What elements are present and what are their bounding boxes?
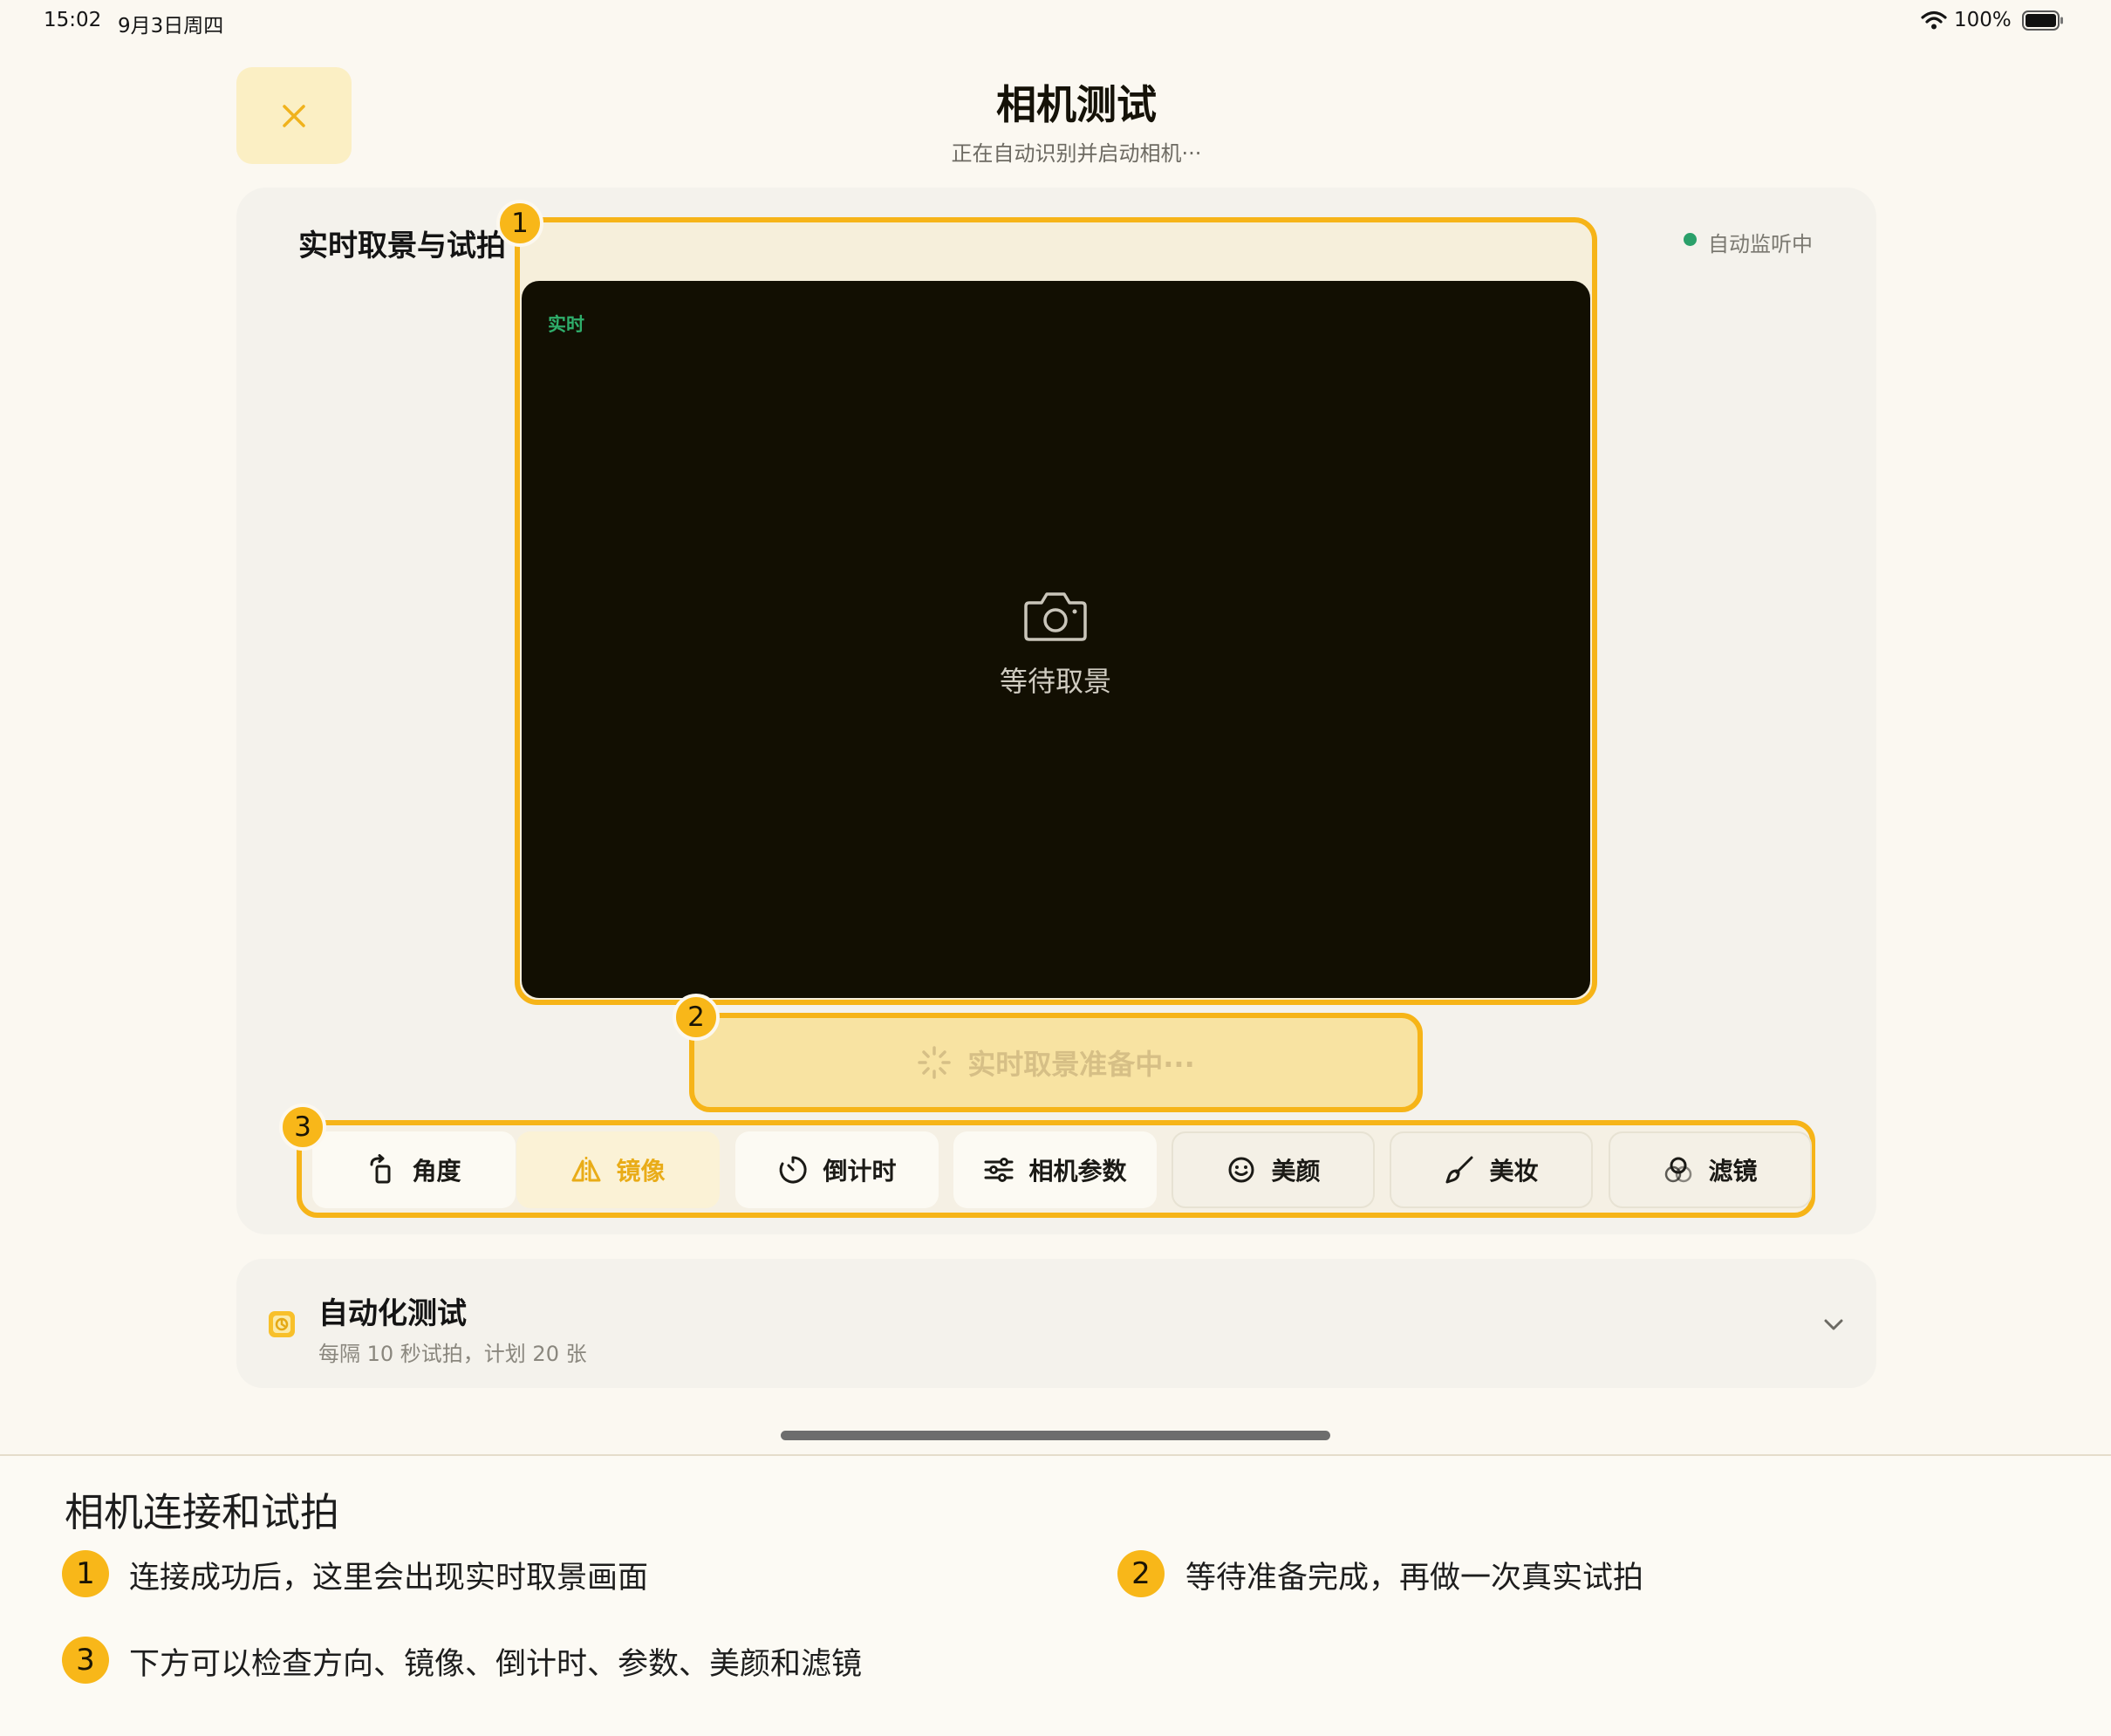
tool-makeup-button[interactable]: 美妆: [1390, 1131, 1593, 1208]
tool-mirror-button[interactable]: 镜像: [516, 1131, 720, 1208]
rotate-icon: [370, 1154, 391, 1184]
page-subtitle: 正在自动识别并启动相机···: [951, 141, 1202, 166]
waiting-text: 等待取景: [999, 665, 1111, 698]
step-badge-2: 2: [673, 994, 720, 1041]
mirror-icon: [571, 1157, 601, 1183]
automation-subtitle: 每隔 10 秒试拍，计划 20 张: [318, 1342, 587, 1366]
tool-angle-button[interactable]: 角度: [312, 1131, 516, 1208]
sliders-icon: [984, 1158, 1014, 1182]
tool-filter-button[interactable]: 滤镜: [1609, 1131, 1812, 1208]
prepare-button-label: 实时取景准备中···: [967, 1048, 1195, 1081]
tool-label: 相机参数: [1028, 1157, 1127, 1186]
status-date: 9月3日周四: [118, 15, 224, 38]
status-time: 15:02: [44, 9, 102, 31]
annotation-text-3: 下方可以检查方向、镜像、倒计时、参数、美颜和滤镜: [129, 1647, 863, 1682]
tool-beauty-button[interactable]: 美颜: [1172, 1131, 1375, 1208]
tool-timer-button[interactable]: 倒计时: [735, 1131, 939, 1208]
monitor-status-dot: [1684, 233, 1697, 246]
battery-percent: 100%: [1954, 9, 2012, 31]
annotation-title: 相机连接和试拍: [65, 1489, 340, 1535]
automation-title: 自动化测试: [318, 1296, 467, 1331]
tool-label: 滤镜: [1708, 1157, 1758, 1186]
annotation-badge-1: 1: [62, 1550, 109, 1597]
tool-label: 角度: [412, 1157, 461, 1186]
page-title: 相机测试: [996, 81, 1157, 128]
live-tag: 实时: [548, 314, 584, 335]
timer-icon: [780, 1156, 808, 1184]
home-indicator[interactable]: [781, 1431, 1330, 1440]
tool-label: 镜像: [616, 1157, 666, 1186]
annotation-badge-2: 2: [1117, 1550, 1165, 1597]
tool-label: 美妆: [1489, 1157, 1539, 1186]
smile-icon: [1228, 1157, 1254, 1183]
tool-label: 美颜: [1271, 1157, 1321, 1186]
monitor-status-text: 自动监听中: [1708, 232, 1813, 256]
step-badge-1: 1: [496, 200, 543, 247]
automation-card[interactable]: [236, 1259, 1876, 1388]
battery-icon: [2022, 10, 2063, 31]
filter-icon: [1665, 1157, 1692, 1183]
automation-icon: [269, 1311, 295, 1337]
annotation-badge-3: 3: [62, 1637, 109, 1684]
chevron-down-icon[interactable]: [1821, 1311, 1847, 1337]
prepare-live-button[interactable]: 实时取景准备中···: [689, 1013, 1423, 1112]
annotation-text-1: 连接成功后，这里会出现实时取景画面: [129, 1561, 649, 1596]
tool-label: 倒计时: [823, 1157, 897, 1186]
section-title: 实时取景与试拍: [298, 229, 506, 263]
brush-icon: [1445, 1156, 1473, 1184]
spinner-icon: [918, 1046, 951, 1079]
annotation-text-2: 等待准备完成，再做一次真实试拍: [1185, 1561, 1644, 1596]
step-badge-3: 3: [279, 1104, 326, 1151]
tool-camera-params-button[interactable]: 相机参数: [953, 1131, 1157, 1208]
camera-icon: [1024, 592, 1087, 641]
wifi-icon: [1921, 10, 1947, 30]
